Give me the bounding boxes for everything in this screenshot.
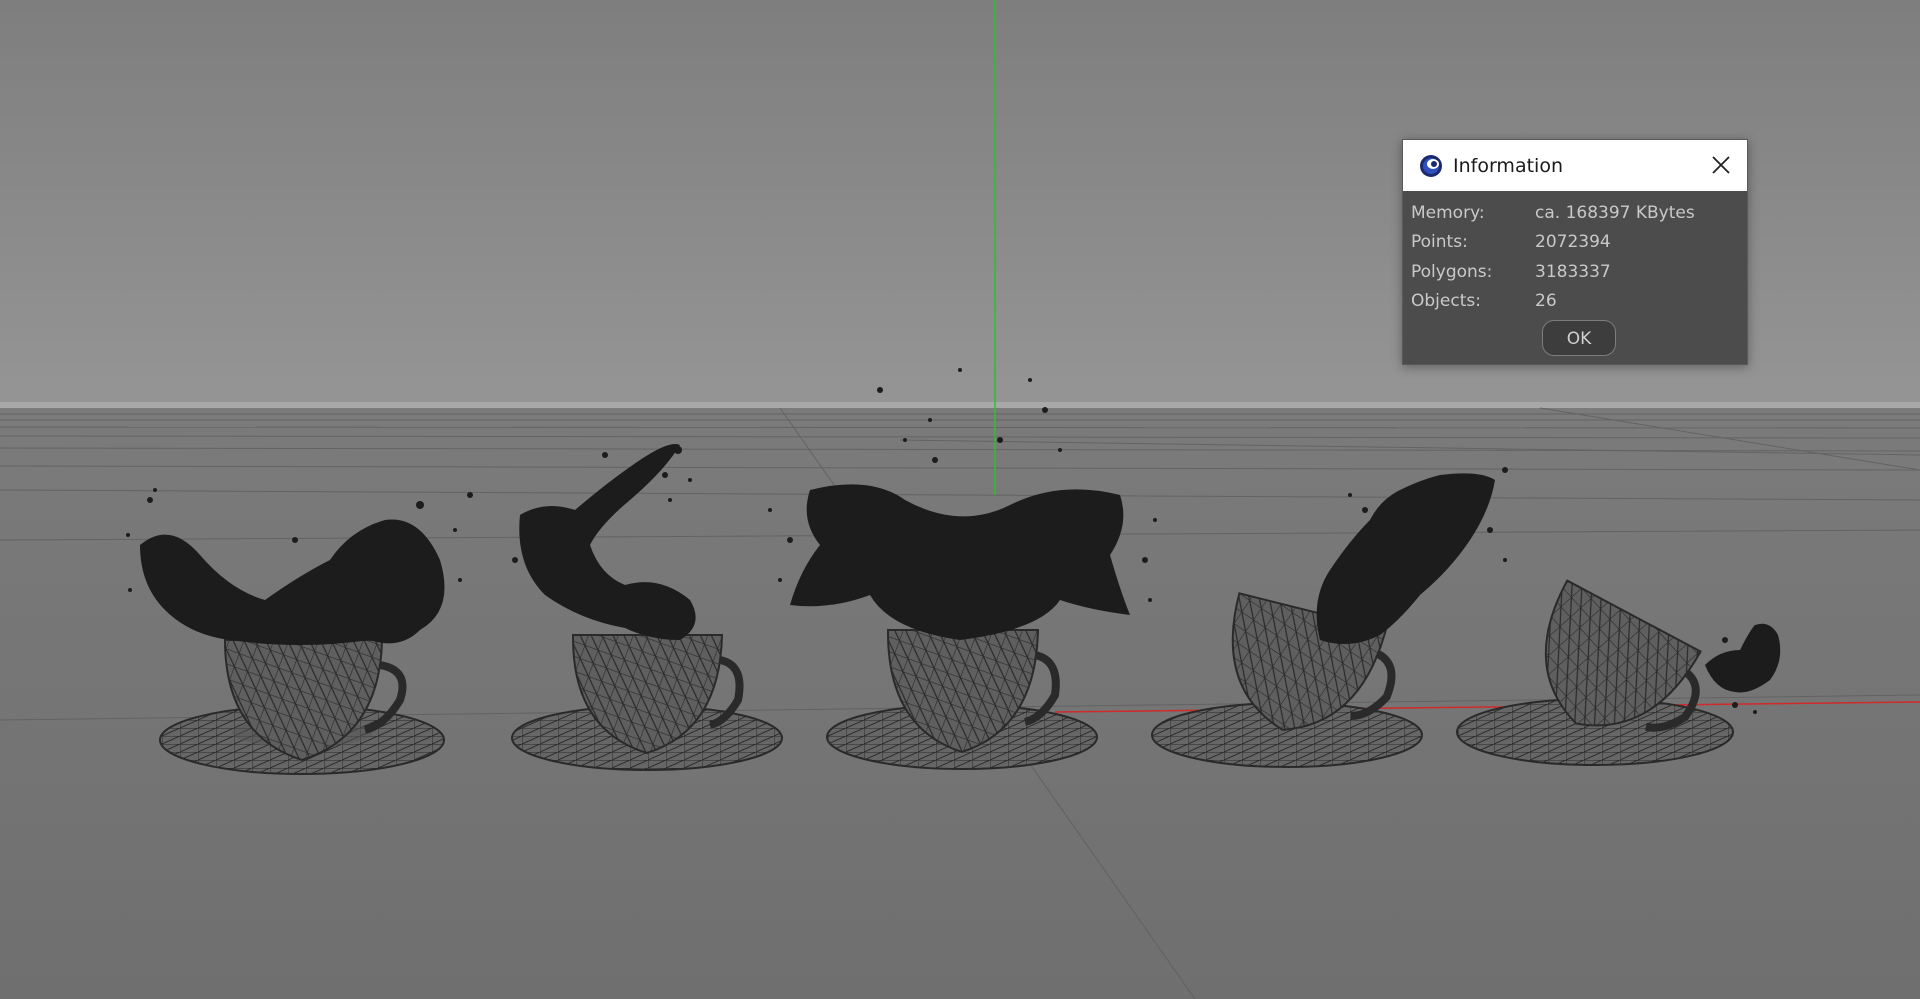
objects-label: Objects: bbox=[1411, 291, 1481, 312]
polygons-row: Polygons: 3183337 bbox=[1411, 257, 1747, 287]
points-label: Points: bbox=[1411, 232, 1468, 253]
close-icon[interactable] bbox=[1705, 149, 1737, 181]
cinema4d-icon bbox=[1419, 154, 1443, 178]
dialog-titlebar[interactable]: Information bbox=[1403, 140, 1747, 191]
3d-viewport[interactable]: Information Memory: ca. 168397 KBytes Po… bbox=[0, 0, 1920, 999]
points-value: 2072394 bbox=[1535, 232, 1611, 253]
polygons-label: Polygons: bbox=[1411, 261, 1493, 282]
horizon-line bbox=[0, 402, 1920, 408]
ok-button-row: OK bbox=[1411, 320, 1747, 356]
information-dialog[interactable]: Information Memory: ca. 168397 KBytes Po… bbox=[1402, 139, 1748, 365]
points-row: Points: 2072394 bbox=[1411, 228, 1747, 258]
memory-label: Memory: bbox=[1411, 202, 1485, 223]
memory-value: ca. 168397 KBytes bbox=[1535, 202, 1695, 223]
dialog-title: Information bbox=[1453, 154, 1563, 177]
objects-value: 26 bbox=[1535, 291, 1557, 312]
ok-button[interactable]: OK bbox=[1542, 320, 1616, 356]
memory-row: Memory: ca. 168397 KBytes bbox=[1411, 198, 1747, 228]
dialog-body: Memory: ca. 168397 KBytes Points: 207239… bbox=[1403, 191, 1747, 356]
polygons-value: 3183337 bbox=[1535, 261, 1611, 282]
objects-row: Objects: 26 bbox=[1411, 287, 1747, 317]
